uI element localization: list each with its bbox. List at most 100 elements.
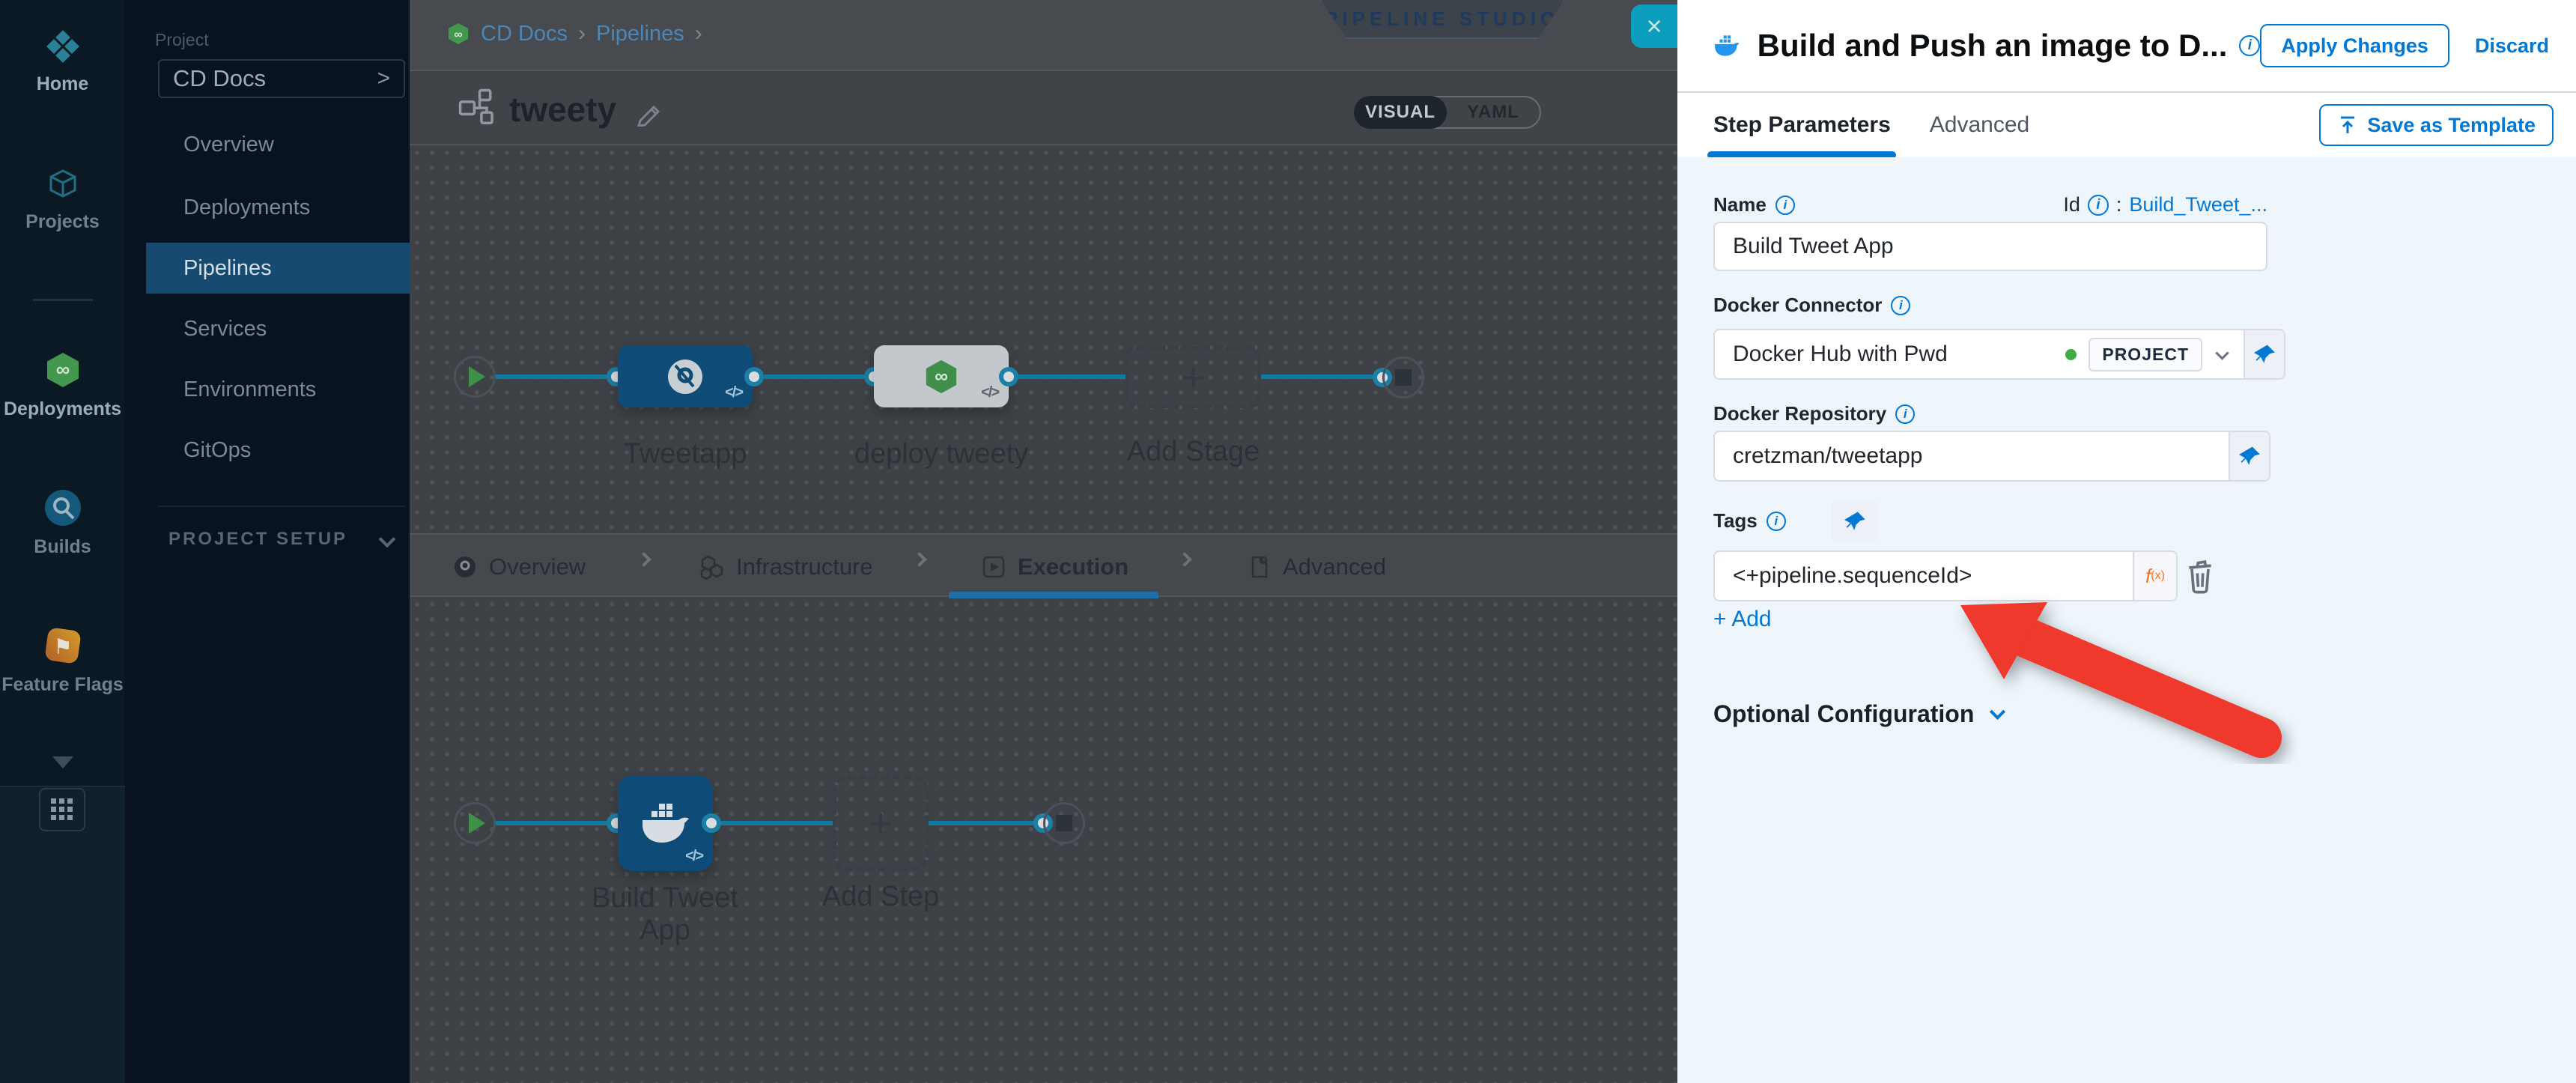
- execution-tab-icon: [982, 555, 1006, 579]
- fx-expression-button[interactable]: f(x): [2133, 552, 2176, 600]
- name-input[interactable]: Build Tweet App: [1713, 222, 2267, 271]
- tags-label: Tags i: [1713, 509, 1786, 533]
- sidebar-item-environments[interactable]: Environments: [125, 364, 410, 415]
- feature-flags-icon: ⚑: [43, 626, 82, 665]
- breadcrumb-separator: ›: [578, 21, 586, 46]
- docker-connector-select[interactable]: Docker Hub with Pwd PROJECT: [1713, 329, 2285, 380]
- breadcrumb-link-pipelines[interactable]: Pipelines: [596, 22, 684, 46]
- name-label: Name i: [1713, 193, 1795, 216]
- delete-tag-icon[interactable]: [2184, 558, 2217, 594]
- drawer-header: Build and Push an image to D... i Apply …: [1677, 0, 2576, 91]
- pin-segment[interactable]: [2229, 432, 2269, 480]
- step-title: Build and Push an image to D...: [1758, 28, 2228, 64]
- stage-canvas: </> ∞ </> + Tweetapp deploy tweety Add S…: [410, 145, 1677, 533]
- project-name: CD Docs: [173, 65, 377, 92]
- docker-icon: [640, 802, 692, 844]
- module-rail: Home Projects ∞ Deployments Builds: [0, 0, 125, 1083]
- save-as-template-button[interactable]: Save as Template: [2319, 104, 2554, 146]
- rail-item-builds[interactable]: Builds: [0, 488, 125, 558]
- advanced-tab-icon: [1247, 555, 1271, 579]
- pipeline-icon: [458, 88, 496, 127]
- info-icon[interactable]: i: [2088, 195, 2109, 216]
- stage-tab-strip: Overview Infrastructure Execution: [410, 533, 1677, 597]
- sidebar-item-services[interactable]: Services: [125, 303, 410, 354]
- add-step-button[interactable]: +: [833, 775, 929, 871]
- info-icon[interactable]: i: [1775, 195, 1795, 215]
- tags-pin-button[interactable]: [1832, 500, 1878, 542]
- sidebar-item-gitops[interactable]: GitOps: [125, 425, 410, 476]
- info-icon[interactable]: i: [1891, 296, 1910, 315]
- rail-divider: [33, 299, 93, 301]
- info-icon[interactable]: i: [2239, 35, 2260, 56]
- pin-icon: [2238, 445, 2261, 467]
- rail-item-home[interactable]: Home: [0, 28, 125, 95]
- rail-item-feature-flags[interactable]: ⚑ Feature Flags: [0, 626, 125, 696]
- stage-node-deploy-tweety[interactable]: ∞ </>: [874, 345, 1009, 407]
- breadcrumb: ∞ CD Docs › Pipelines ›: [446, 21, 702, 46]
- play-icon: [469, 366, 485, 387]
- tab-advanced[interactable]: Advanced: [1930, 112, 2029, 138]
- pin-icon: [1844, 510, 1866, 533]
- pin-segment[interactable]: [2244, 330, 2284, 378]
- add-tag-link[interactable]: + Add: [1713, 607, 1772, 632]
- stage-label: Add Stage: [1126, 436, 1261, 468]
- drawer-body: Name i Id i : Build_Tweet_... Build Twee…: [1677, 157, 2576, 1083]
- execution-start-node: [454, 802, 496, 844]
- sidebar-item-pipelines[interactable]: Pipelines: [146, 243, 410, 294]
- apply-changes-button[interactable]: Apply Changes: [2260, 24, 2449, 67]
- optional-configuration-toggle[interactable]: Optional Configuration: [1713, 700, 2003, 728]
- connector-line: [496, 374, 607, 379]
- step-label: Build Tweet App: [571, 882, 759, 947]
- plus-icon: +: [1181, 357, 1206, 398]
- edit-pencil-icon[interactable]: [634, 97, 664, 127]
- tab-execution[interactable]: Execution: [982, 535, 1128, 598]
- tab-advanced[interactable]: Advanced: [1247, 535, 1386, 598]
- chevron-down-icon: [379, 531, 396, 548]
- step-node-build-tweet-app[interactable]: </>: [618, 775, 713, 871]
- module-grid-button[interactable]: [39, 788, 85, 831]
- step-label: Add Step: [806, 881, 956, 913]
- chevron-right-icon: [912, 552, 927, 567]
- toggle-yaml[interactable]: YAML: [1430, 96, 1541, 129]
- docker-repository-input[interactable]: cretzman/tweetapp: [1713, 431, 2270, 482]
- project-hex-icon: ∞: [446, 22, 470, 46]
- chevron-right-icon: >: [377, 66, 390, 91]
- overview-tab-icon: [453, 555, 477, 579]
- rail-item-label: Feature Flags: [1, 674, 124, 696]
- close-drawer-button[interactable]: ×: [1631, 4, 1677, 48]
- sidebar-item-overview[interactable]: Overview: [125, 119, 410, 170]
- discard-button[interactable]: Discard: [2475, 34, 2549, 58]
- rail-more-chevron-icon[interactable]: [52, 756, 73, 768]
- info-icon[interactable]: i: [1895, 404, 1915, 424]
- info-icon[interactable]: i: [1767, 512, 1786, 531]
- rail-item-deployments[interactable]: ∞ Deployments: [0, 351, 125, 420]
- code-icon: </>: [685, 848, 702, 865]
- tab-step-parameters[interactable]: Step Parameters: [1713, 112, 1891, 138]
- code-icon: </>: [725, 384, 742, 401]
- rail-item-projects[interactable]: Projects: [0, 166, 125, 233]
- svg-text:⚑: ⚑: [53, 635, 72, 658]
- project-selector[interactable]: CD Docs >: [158, 59, 405, 98]
- rail-item-label: Deployments: [4, 398, 121, 420]
- toggle-visual[interactable]: VISUAL: [1354, 96, 1447, 129]
- stage-node-tweetapp[interactable]: </>: [618, 345, 753, 407]
- connector-status-dot: [2065, 349, 2077, 360]
- upload-icon: [2337, 115, 2358, 136]
- docker-connector-label: Docker Connector i: [1713, 294, 1910, 317]
- breadcrumb-link-project[interactable]: CD Docs: [481, 22, 568, 46]
- pin-icon: [2253, 343, 2276, 365]
- project-section-label: Project: [155, 30, 209, 50]
- tab-overview[interactable]: Overview: [453, 535, 586, 598]
- tab-infrastructure[interactable]: Infrastructure: [699, 535, 873, 598]
- chevron-down-icon: [1990, 704, 2005, 720]
- step-id-value[interactable]: Build_Tweet_...: [2129, 193, 2267, 216]
- rail-item-label: Home: [37, 73, 88, 95]
- project-setup-toggle[interactable]: PROJECT SETUP: [168, 529, 393, 550]
- tag-value: <+pipeline.sequenceId>: [1715, 563, 2133, 589]
- add-stage-button[interactable]: +: [1126, 346, 1261, 408]
- tag-input-row[interactable]: <+pipeline.sequenceId> f(x): [1713, 550, 2178, 601]
- sidebar-item-deployments[interactable]: Deployments: [125, 182, 410, 233]
- connector-line: [764, 374, 864, 379]
- code-icon: </>: [981, 384, 998, 401]
- chevron-down-icon: [2215, 346, 2229, 360]
